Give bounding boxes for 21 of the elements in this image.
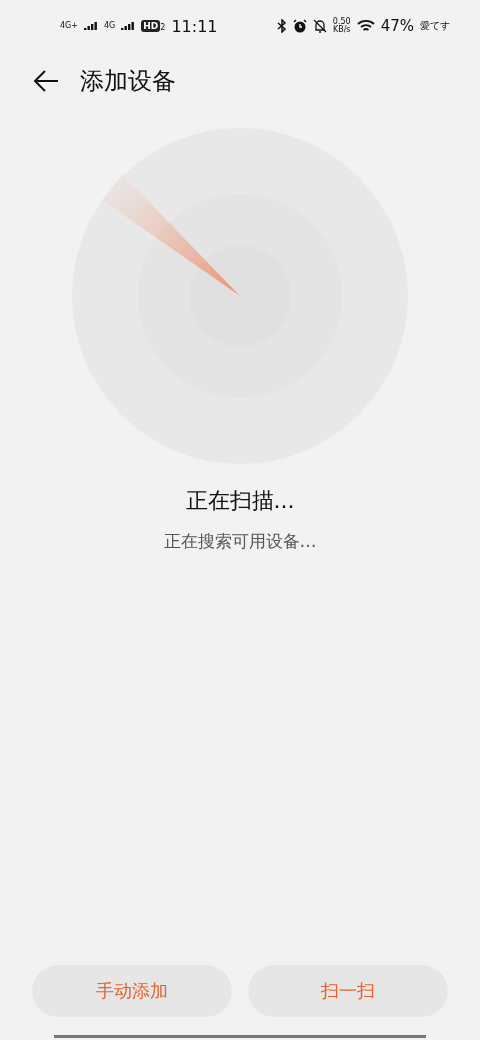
bluetooth-icon	[276, 19, 287, 33]
page-title: 添加设备	[80, 66, 176, 97]
wifi-icon	[356, 19, 375, 33]
manual-add-button[interactable]: 手动添加	[32, 965, 232, 1017]
muted-bell-icon	[312, 19, 327, 33]
alarm-icon	[292, 19, 307, 33]
signal-icon	[121, 21, 136, 31]
scan-button[interactable]: 扫一扫	[248, 965, 448, 1017]
scan-hint: 正在搜索可用设备…	[162, 530, 318, 553]
network-label: 4G	[104, 22, 116, 30]
battery-percent: 47%	[380, 17, 414, 35]
scan-status: 正在扫描...	[184, 487, 296, 515]
back-button[interactable]	[32, 69, 60, 93]
clock: 11:11	[171, 16, 218, 36]
hd-icon: HD	[141, 20, 161, 32]
status-note: 愛てす	[420, 21, 450, 31]
signal-icon	[84, 21, 98, 31]
network-label: 4G+	[60, 22, 78, 30]
hd-index: 2	[160, 24, 166, 32]
speed-value: 0.50	[332, 18, 351, 26]
speed-unit: KB/s	[332, 26, 351, 34]
